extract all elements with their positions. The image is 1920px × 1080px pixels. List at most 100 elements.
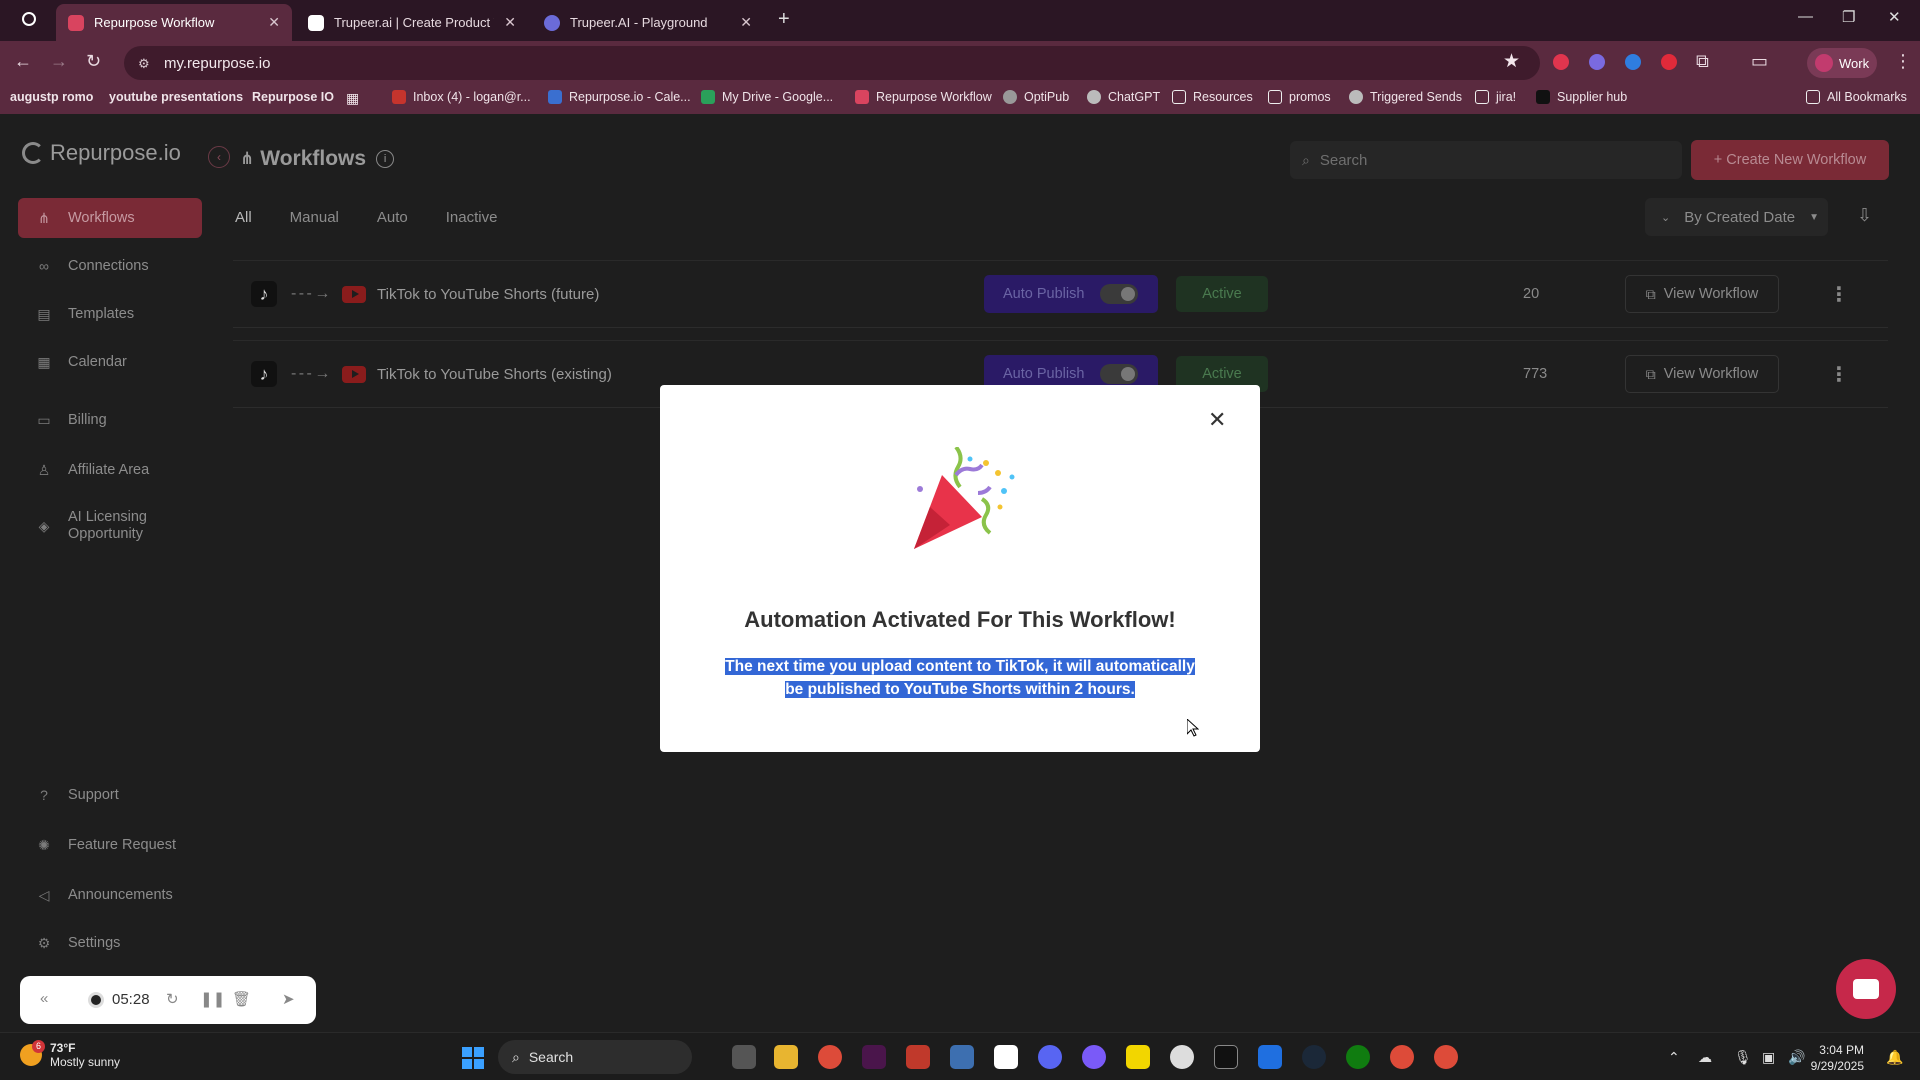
tab-auto[interactable]: Auto bbox=[377, 209, 408, 226]
auto-publish-toggle[interactable]: Auto Publish bbox=[984, 275, 1158, 313]
taskbar-search[interactable]: ⌕ Search bbox=[498, 1040, 692, 1074]
repurpose-logo[interactable]: Repurpose.io bbox=[22, 140, 181, 166]
sidebar-item-announcements[interactable]: ◁ Announcements bbox=[18, 875, 202, 915]
download-icon[interactable]: ⇩ bbox=[1857, 205, 1872, 226]
extensions-puzzle-icon[interactable]: ⧉ bbox=[1696, 51, 1709, 72]
bookmark-item[interactable]: Repurpose Workflow bbox=[855, 90, 992, 104]
back-icon[interactable]: ← bbox=[14, 51, 32, 72]
sidebar-item-ai-licensing[interactable]: ◈ AI Licensing Opportunity bbox=[18, 503, 202, 549]
site-info-icon[interactable]: ⚙ bbox=[138, 56, 152, 71]
apps-grid-icon[interactable]: ▦ bbox=[346, 90, 359, 107]
onedrive-icon[interactable]: ☁ bbox=[1698, 1049, 1712, 1066]
sidebar-item-calendar[interactable]: ▦ Calendar bbox=[18, 342, 202, 382]
bookmark-item[interactable]: Triggered Sends bbox=[1349, 90, 1462, 104]
task-view-icon[interactable] bbox=[732, 1045, 756, 1069]
pointer-icon[interactable]: ➤ bbox=[282, 990, 295, 1008]
tab-all[interactable]: All bbox=[235, 209, 252, 226]
collapse-recorder-icon[interactable]: « bbox=[40, 990, 48, 1007]
new-tab-icon[interactable]: + bbox=[778, 8, 790, 31]
tab-manual[interactable]: Manual bbox=[290, 209, 339, 226]
discord-icon[interactable] bbox=[1038, 1045, 1062, 1069]
pause-icon[interactable]: ❚❚ bbox=[200, 990, 225, 1008]
minimize-icon[interactable]: — bbox=[1798, 8, 1813, 25]
sidebar-item-affiliate[interactable]: ♙ Affiliate Area bbox=[18, 450, 202, 490]
bookmark-item[interactable]: Repurpose IO bbox=[252, 90, 334, 104]
bookmark-folder[interactable]: Resources bbox=[1172, 90, 1253, 104]
sidebar-item-feature-request[interactable]: ✺ Feature Request bbox=[18, 825, 202, 865]
trash-icon[interactable]: 🗑 bbox=[232, 990, 251, 1008]
close-tab-icon[interactable]: ✕ bbox=[740, 14, 752, 31]
table-row[interactable]: ♪ - - - → TikTok to YouTube Shorts (futu… bbox=[233, 260, 1888, 328]
sort-select[interactable]: ⌄ By Created Date ▼ bbox=[1645, 198, 1828, 236]
capcut-icon[interactable] bbox=[1214, 1045, 1238, 1069]
app-icon[interactable] bbox=[1258, 1045, 1282, 1069]
app-icon[interactable] bbox=[906, 1045, 930, 1069]
create-new-workflow-button[interactable]: + Create New Workflow bbox=[1691, 140, 1889, 180]
xbox-icon[interactable] bbox=[1346, 1045, 1370, 1069]
close-tab-icon[interactable]: ✕ bbox=[504, 14, 516, 31]
restore-icon[interactable]: ❐ bbox=[1842, 8, 1855, 26]
reload-icon[interactable]: ↻ bbox=[86, 51, 101, 72]
chevron-up-icon[interactable]: ⌃ bbox=[1668, 1049, 1680, 1066]
sidebar-item-settings[interactable]: ⚙ Settings bbox=[18, 923, 202, 963]
system-clock[interactable]: 3:04 PM 9/29/2025 bbox=[1786, 1042, 1864, 1074]
close-icon[interactable]: ✕ bbox=[1208, 407, 1226, 433]
chrome-icon[interactable] bbox=[818, 1045, 842, 1069]
app-icon[interactable] bbox=[1082, 1045, 1106, 1069]
notification-bell-icon[interactable]: 🔔 bbox=[1886, 1049, 1903, 1066]
close-window-icon[interactable]: ✕ bbox=[1888, 8, 1901, 26]
workflow-name[interactable]: TikTok to YouTube Shorts (existing) bbox=[377, 366, 612, 383]
extension-icon[interactable] bbox=[1661, 54, 1677, 70]
bookmark-item[interactable]: Repurpose.io - Cale... bbox=[548, 90, 691, 104]
toggle-switch[interactable] bbox=[1100, 364, 1138, 384]
tab-trupeer-create[interactable]: Trupeer.ai | Create Product Vide ✕ bbox=[296, 4, 528, 41]
forward-icon[interactable]: → bbox=[50, 51, 68, 72]
bookmark-item[interactable]: augustp romo bbox=[10, 90, 93, 104]
bookmark-item[interactable]: Supplier hub bbox=[1536, 90, 1627, 104]
search-input[interactable]: ⌕ Search bbox=[1290, 141, 1682, 179]
network-icon[interactable]: ▣ bbox=[1762, 1049, 1775, 1066]
bookmark-item[interactable]: Inbox (4) - logan@r... bbox=[392, 90, 531, 104]
all-bookmarks[interactable]: All Bookmarks bbox=[1806, 90, 1907, 104]
extension-icon[interactable] bbox=[1589, 54, 1605, 70]
workflow-name[interactable]: TikTok to YouTube Shorts (future) bbox=[377, 286, 599, 303]
record-dot-icon[interactable] bbox=[22, 12, 36, 26]
bookmark-item[interactable]: youtube presentations bbox=[109, 90, 243, 104]
view-workflow-button[interactable]: ⧉ View Workflow bbox=[1625, 355, 1779, 393]
bookmark-item[interactable]: My Drive - Google... bbox=[701, 90, 833, 104]
row-menu-icon[interactable]: ⋮ bbox=[1829, 362, 1849, 387]
weather-widget[interactable]: 6 73°F Mostly sunny bbox=[20, 1040, 120, 1069]
bookmark-folder[interactable]: jira! bbox=[1475, 90, 1516, 104]
file-explorer-icon[interactable] bbox=[774, 1045, 798, 1069]
side-panel-icon[interactable]: ▭ bbox=[1751, 51, 1768, 72]
steam-icon[interactable] bbox=[1302, 1045, 1326, 1069]
extension-icon[interactable] bbox=[1625, 54, 1641, 70]
windows-start-icon[interactable] bbox=[462, 1047, 484, 1069]
sidebar-item-templates[interactable]: ▤ Templates bbox=[18, 294, 202, 334]
sidebar-item-billing[interactable]: ▭ Billing bbox=[18, 400, 202, 440]
calculator-icon[interactable] bbox=[950, 1045, 974, 1069]
extension-icon[interactable] bbox=[1553, 54, 1569, 70]
app-icon[interactable] bbox=[1170, 1045, 1194, 1069]
slack-icon[interactable] bbox=[862, 1045, 886, 1069]
sidebar-item-connections[interactable]: ∞ Connections bbox=[18, 246, 202, 286]
chrome-icon[interactable] bbox=[1434, 1045, 1458, 1069]
bookmark-item[interactable]: ChatGPT bbox=[1087, 90, 1160, 104]
bookmark-folder[interactable]: promos bbox=[1268, 90, 1331, 104]
close-tab-icon[interactable]: ✕ bbox=[268, 14, 280, 31]
view-workflow-button[interactable]: ⧉ View Workflow bbox=[1625, 275, 1779, 313]
profile-chip[interactable]: Work bbox=[1807, 48, 1877, 78]
sticky-notes-icon[interactable] bbox=[1126, 1045, 1150, 1069]
menu-kebab-icon[interactable]: ⋮ bbox=[1894, 51, 1912, 72]
bookmark-item[interactable]: OptiPub bbox=[1003, 90, 1069, 104]
tab-trupeer-playground[interactable]: Trupeer.AI - Playground ✕ bbox=[532, 4, 764, 41]
tab-inactive[interactable]: Inactive bbox=[446, 209, 498, 226]
sidebar-item-workflows[interactable]: ⋔ Workflows bbox=[18, 198, 202, 238]
row-menu-icon[interactable]: ⋮ bbox=[1829, 282, 1849, 307]
bookmark-star-icon[interactable]: ★ bbox=[1503, 50, 1520, 73]
microphone-icon[interactable]: 🎙 bbox=[1734, 1049, 1752, 1066]
address-bar[interactable]: ⚙ my.repurpose.io bbox=[124, 46, 1540, 80]
chat-bubble-button[interactable] bbox=[1836, 959, 1896, 1019]
chrome-icon[interactable] bbox=[1390, 1045, 1414, 1069]
capcut-icon[interactable] bbox=[994, 1045, 1018, 1069]
